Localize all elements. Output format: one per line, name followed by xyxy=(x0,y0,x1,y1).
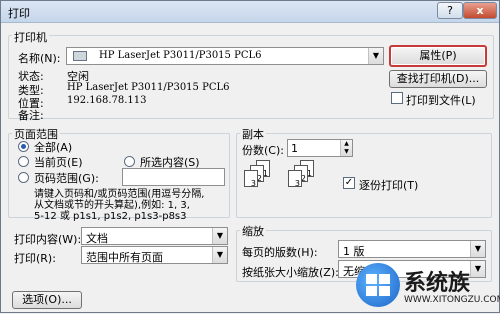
watermark-url: WWW.XITONGZU.COM xyxy=(404,295,500,305)
page-numbers-input[interactable] xyxy=(122,168,225,186)
help-button[interactable]: ? xyxy=(437,2,463,19)
current-page-label: 当前页(E) xyxy=(34,156,83,169)
selection-radio[interactable] xyxy=(124,156,135,167)
windows-flag-icon xyxy=(366,274,390,296)
copies-count-label: 份数(C): xyxy=(242,144,284,157)
type-value: HP LaserJet P3011/P3015 PCL6 xyxy=(67,82,230,93)
watermark-logo: 系统族 WWW.XITONGZU.COM xyxy=(356,263,500,314)
pages-per-sheet-select[interactable]: 1 版 ▼ xyxy=(338,240,486,258)
comment-label: 备注: xyxy=(18,109,44,122)
collate-label: 逐份打印(T) xyxy=(359,179,419,192)
printer-name-select[interactable]: HP LaserJet P3011/P3015 PCL6 ▼ xyxy=(66,47,384,65)
print-label: 打印(R): xyxy=(14,252,56,265)
chevron-down-icon: ▼ xyxy=(368,48,383,64)
print-select[interactable]: 范围中所有页面 ▼ xyxy=(81,246,228,264)
copies-count-value: 1 xyxy=(291,142,298,155)
printer-name-value: HP LaserJet P3011/P3015 PCL6 xyxy=(99,50,262,61)
close-button[interactable]: x xyxy=(463,2,497,19)
page-numbers-radio[interactable] xyxy=(18,172,29,183)
print-value: 范围中所有页面 xyxy=(86,251,163,264)
print-to-file-label: 打印到文件(L) xyxy=(406,94,476,107)
chevron-down-icon: ▼ xyxy=(212,228,227,244)
copies-title: 副本 xyxy=(240,126,266,142)
window-title: 打印 xyxy=(8,7,30,20)
copies-spinner[interactable]: ▲ ▼ xyxy=(340,140,352,156)
watermark-brand: 系统族 xyxy=(404,271,471,296)
collate-checkbox[interactable]: ✓ xyxy=(343,177,355,189)
page-icon: 3 xyxy=(288,170,302,188)
location-value: 192.168.78.113 xyxy=(67,95,147,106)
page-range-hint-3: 5-12 或 p1s1, p1s2, p1s3-p8s3 xyxy=(34,211,187,222)
chevron-down-icon: ▼ xyxy=(470,241,485,257)
print-dialog: 打印 ? x 打印机 名称(N): HP LaserJet P3011/P301… xyxy=(0,0,500,313)
printer-group-title: 打印机 xyxy=(12,29,49,45)
copies-count-input[interactable]: 1 ▲ ▼ xyxy=(287,139,353,157)
chevron-down-icon: ▼ xyxy=(212,247,227,263)
scale-label: 按纸张大小缩放(Z): xyxy=(242,266,339,279)
windows-logo-icon xyxy=(356,263,400,307)
title-bar: 打印 ? x xyxy=(1,1,499,23)
uncollated-pages-icon: 1 2 3 xyxy=(244,160,284,200)
pages-per-sheet-label: 每页的版数(H): xyxy=(242,246,318,259)
all-pages-label: 全部(A) xyxy=(34,141,73,154)
all-pages-radio[interactable] xyxy=(18,141,29,152)
printer-icon xyxy=(73,51,87,61)
zoom-title: 缩放 xyxy=(240,223,266,239)
options-button[interactable]: 选项(O)... xyxy=(12,291,82,309)
page-icon: 3 xyxy=(244,170,258,188)
pages-per-sheet-value: 1 版 xyxy=(343,245,365,258)
current-page-radio[interactable] xyxy=(18,156,29,167)
collated-pages-icon: 1 2 3 xyxy=(288,160,328,200)
properties-button[interactable]: 属性(P) xyxy=(389,45,487,67)
print-to-file-checkbox[interactable] xyxy=(391,92,403,104)
page-numbers-label: 页码范围(G): xyxy=(34,172,99,185)
print-what-label: 打印内容(W): xyxy=(14,233,82,246)
find-printer-button[interactable]: 查找打印机(D)... xyxy=(389,70,487,88)
print-what-value: 文档 xyxy=(86,232,108,245)
print-what-select[interactable]: 文档 ▼ xyxy=(81,227,228,245)
name-label: 名称(N): xyxy=(18,52,61,65)
